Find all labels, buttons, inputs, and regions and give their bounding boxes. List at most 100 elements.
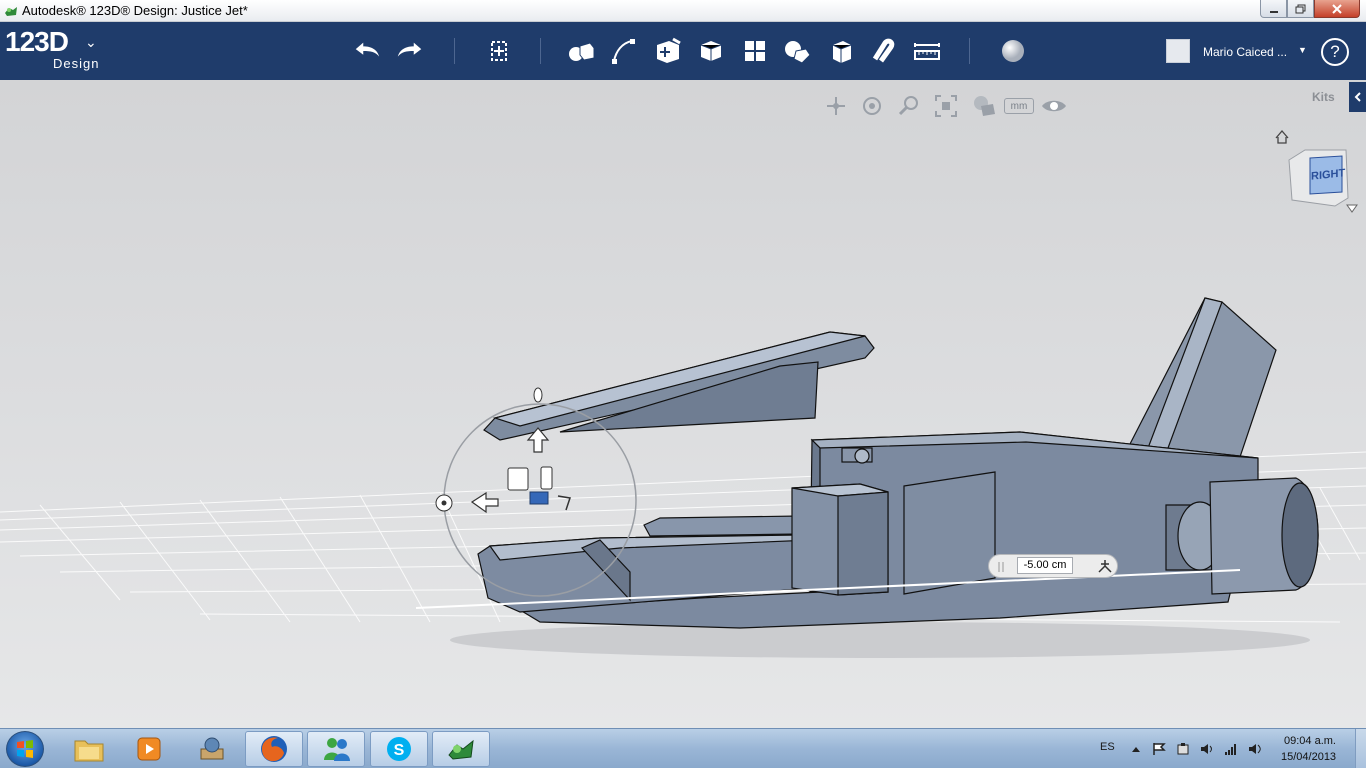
units-button[interactable]: mm bbox=[1004, 98, 1034, 114]
material-button[interactable] bbox=[998, 36, 1028, 66]
dimension-input[interactable]: -5.00 cm bbox=[1017, 557, 1073, 574]
combine-button[interactable] bbox=[826, 36, 856, 66]
taskbar-media-player[interactable] bbox=[120, 731, 178, 767]
show-hidden-icons-button[interactable] bbox=[1129, 742, 1143, 756]
app-logo[interactable]: 123D ⌄ Design bbox=[5, 26, 98, 72]
scale-handle[interactable] bbox=[507, 467, 529, 491]
speaker-icon bbox=[1201, 744, 1212, 754]
transform-icon bbox=[491, 41, 507, 61]
media-player-icon bbox=[137, 737, 161, 761]
pattern-icon bbox=[745, 41, 765, 61]
eye-icon bbox=[1042, 100, 1066, 112]
logo-sub: Design bbox=[53, 56, 100, 71]
3d-viewport[interactable]: Kits mm RIGHT -5.00 cm bbox=[0, 80, 1366, 728]
taskbar-123d-design[interactable] bbox=[432, 731, 490, 767]
kits-panel-toggle[interactable] bbox=[1349, 82, 1366, 112]
minimize-button[interactable] bbox=[1260, 0, 1287, 18]
123d-design-icon bbox=[448, 739, 474, 760]
taskbar-file-explorer[interactable] bbox=[60, 731, 118, 767]
clock-time[interactable]: 09:04 a.m. bbox=[1284, 735, 1336, 747]
grouping-button[interactable] bbox=[782, 36, 812, 66]
primitives-icon bbox=[569, 42, 595, 61]
folder-icon bbox=[74, 740, 104, 762]
grouping-icon bbox=[785, 41, 811, 64]
taskbar-archive[interactable] bbox=[183, 731, 241, 767]
move-left-handle[interactable] bbox=[470, 491, 499, 514]
construct-button[interactable] bbox=[653, 36, 683, 66]
transform-button[interactable] bbox=[484, 36, 514, 66]
pan-icon bbox=[827, 97, 845, 115]
title-bar: Autodesk® 123D® Design: Justice Jet* bbox=[0, 0, 1366, 22]
combine-icon bbox=[832, 41, 852, 63]
device-icon[interactable] bbox=[1176, 742, 1190, 756]
sketch-icon bbox=[612, 39, 635, 64]
clock-date[interactable]: 15/04/2013 bbox=[1281, 751, 1336, 763]
construct-icon bbox=[657, 37, 681, 63]
windows-logo-icon bbox=[17, 740, 33, 758]
windows-taskbar: S ES 09:04 a.m. 15/04/2013 bbox=[0, 728, 1366, 768]
visibility-button[interactable] bbox=[1040, 94, 1068, 118]
usb-device-icon bbox=[1177, 743, 1189, 755]
network-icon[interactable] bbox=[1224, 742, 1238, 756]
zoom-button[interactable] bbox=[895, 94, 923, 118]
redo-button[interactable] bbox=[395, 36, 425, 66]
rotate-handle[interactable] bbox=[533, 387, 543, 403]
firefox-icon bbox=[261, 736, 287, 762]
language-indicator[interactable]: ES bbox=[1100, 741, 1115, 753]
toolbar-divider bbox=[969, 38, 970, 64]
sketch-button[interactable] bbox=[610, 36, 640, 66]
modify-icon bbox=[700, 41, 722, 61]
zoom-icon bbox=[898, 96, 918, 116]
ground-shadow bbox=[450, 622, 1310, 658]
unit-cursor-icon[interactable] bbox=[1097, 558, 1113, 574]
view-mode-button[interactable] bbox=[970, 94, 998, 118]
close-icon bbox=[1332, 3, 1342, 14]
user-name[interactable]: Mario Caiced ... bbox=[1203, 45, 1287, 59]
pan-button[interactable] bbox=[822, 94, 850, 118]
restore-button[interactable] bbox=[1287, 0, 1314, 18]
fit-icon bbox=[935, 95, 957, 117]
drag-handle-icon[interactable] bbox=[997, 560, 1007, 574]
fit-button[interactable] bbox=[932, 94, 960, 118]
action-center-icon[interactable] bbox=[1152, 742, 1166, 756]
undo-button[interactable] bbox=[352, 36, 382, 66]
toolbar-divider bbox=[540, 38, 541, 64]
speaker-tray-icon[interactable] bbox=[1248, 742, 1262, 756]
taskbar-messenger[interactable] bbox=[307, 731, 365, 767]
material-sphere-icon bbox=[1002, 40, 1024, 62]
volume-icon[interactable] bbox=[1200, 742, 1214, 756]
svg-text:S: S bbox=[394, 742, 405, 759]
show-desktop-button[interactable] bbox=[1355, 729, 1366, 768]
taskbar-firefox[interactable] bbox=[245, 731, 303, 767]
chevron-up-icon bbox=[1132, 747, 1140, 752]
view-mode-icon bbox=[974, 96, 995, 116]
pattern-button[interactable] bbox=[740, 36, 770, 66]
ruler-icon bbox=[914, 43, 940, 60]
primitives-button[interactable] bbox=[566, 36, 596, 66]
chevron-down-icon: ⌄ bbox=[85, 34, 97, 50]
flag-icon bbox=[1153, 743, 1166, 755]
chevron-left-icon bbox=[1354, 92, 1361, 102]
help-button[interactable]: ? bbox=[1321, 38, 1349, 66]
logo-main: 123D bbox=[5, 26, 69, 57]
skype-icon: S bbox=[387, 737, 411, 761]
minimize-icon bbox=[1269, 10, 1278, 13]
undo-icon bbox=[355, 42, 380, 57]
scene-canvas[interactable] bbox=[0, 80, 1366, 728]
archive-icon bbox=[200, 737, 224, 760]
jet-model[interactable] bbox=[477, 297, 1319, 629]
messenger-icon bbox=[324, 738, 350, 761]
avatar[interactable] bbox=[1166, 39, 1190, 63]
snap-button[interactable] bbox=[868, 36, 898, 66]
window-title: Autodesk® 123D® Design: Justice Jet* bbox=[22, 3, 248, 18]
chevron-down-icon[interactable]: ▼ bbox=[1298, 45, 1307, 55]
modify-button[interactable] bbox=[696, 36, 726, 66]
start-button[interactable] bbox=[6, 731, 44, 767]
orbit-button[interactable] bbox=[858, 94, 886, 118]
app-icon bbox=[5, 7, 17, 16]
kits-label[interactable]: Kits bbox=[1312, 90, 1335, 104]
taskbar-skype[interactable]: S bbox=[370, 731, 428, 767]
main-toolbar: 123D ⌄ Design Mario Caiced ... ▼ ? bbox=[0, 22, 1366, 80]
close-button[interactable] bbox=[1314, 0, 1360, 18]
measure-button[interactable] bbox=[912, 36, 942, 66]
